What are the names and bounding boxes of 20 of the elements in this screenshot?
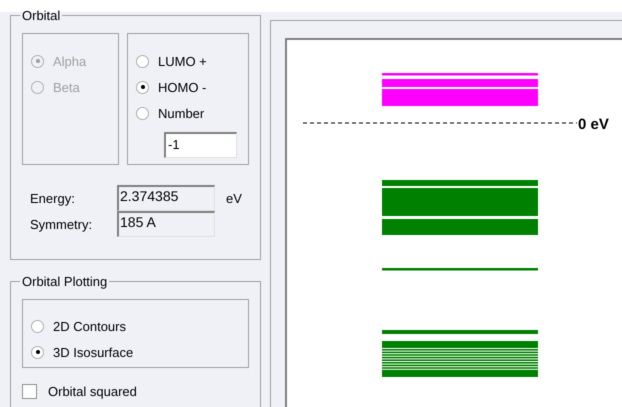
zero-label: 0 eV [578, 116, 609, 133]
group-title: Orbital Plotting [21, 274, 108, 289]
radio-label[interactable]: Number [158, 106, 204, 120]
radio-button[interactable] [136, 54, 149, 68]
radio-label[interactable]: LUMO + [158, 54, 207, 68]
radio-label[interactable]: 3D Isosurface [53, 344, 134, 360]
radio-label[interactable]: HOMO - [158, 80, 206, 94]
symmetry-label: Symmetry: [29, 216, 94, 232]
energy-label: Energy: [29, 190, 76, 206]
radio-button[interactable] [136, 106, 149, 120]
checkbox[interactable]: Orbital squared [22, 384, 249, 399]
energy-field: 2.374385 [117, 185, 215, 211]
unit-label: eV [226, 190, 242, 206]
symmetry-field: 185 A [117, 211, 215, 237]
radio-button[interactable] [31, 346, 44, 358]
radio-button[interactable] [136, 80, 149, 94]
number-field[interactable]: -1 [164, 132, 237, 158]
radio-label[interactable]: 2D Contours [53, 318, 126, 334]
radio-button[interactable] [31, 320, 44, 332]
group-title: Orbital [21, 8, 62, 23]
